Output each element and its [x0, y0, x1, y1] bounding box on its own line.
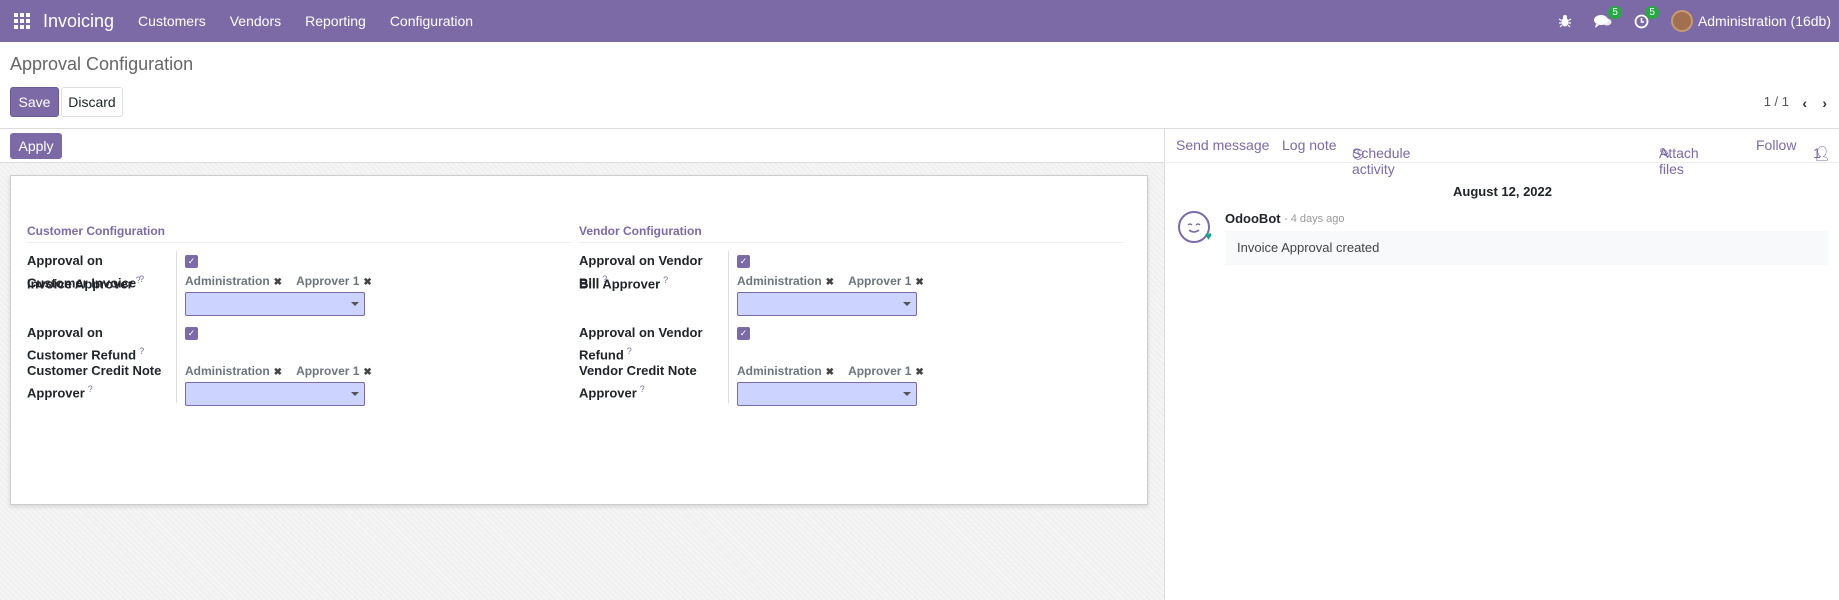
caret-down-icon	[351, 392, 359, 396]
menu-configuration[interactable]: Configuration	[390, 13, 473, 29]
field-label: Bill Approver?	[579, 271, 729, 323]
remove-tag-icon[interactable]: ✖	[826, 277, 834, 288]
odoobot-avatar: ♥	[1178, 211, 1212, 243]
form-statusbar: Apply	[0, 129, 1164, 163]
chatter-panel: Send message Log note ◷ Schedule activit…	[1166, 129, 1839, 600]
bill-approver-row: Bill Approver? Administration ✖ Approver …	[579, 271, 1124, 323]
chatter-topbar: Send message Log note ◷ Schedule activit…	[1166, 129, 1839, 177]
menu-reporting[interactable]: Reporting	[305, 13, 366, 29]
remove-tag-icon[interactable]: ✖	[826, 367, 834, 378]
remove-tag-icon[interactable]: ✖	[363, 277, 371, 288]
approval-customer-invoice-checkbox[interactable]: ✓	[185, 255, 198, 268]
approval-vendor-refund-row: Approval on Vendor Refund? ✓	[579, 323, 1124, 362]
invoice-approver-row: Invoice Approver? Administration ✖ Approv…	[27, 271, 572, 323]
heart-icon: ♥	[1204, 229, 1212, 243]
field-label: Approval on Vendor Refund?	[579, 323, 729, 362]
app-title[interactable]: Invoicing	[43, 11, 114, 32]
approval-customer-refund-checkbox[interactable]: ✓	[185, 327, 198, 340]
field-label: Customer Credit Note Approver?	[27, 361, 177, 403]
remove-tag-icon[interactable]: ✖	[915, 277, 923, 288]
message-body: Invoice Approval created	[1225, 231, 1828, 265]
remove-tag-icon[interactable]: ✖	[274, 277, 282, 288]
pager-value[interactable]: 1 / 1	[1764, 94, 1789, 109]
vendor-credit-note-approver-select[interactable]	[737, 382, 917, 406]
save-button[interactable]: Save	[10, 87, 59, 117]
approval-customer-refund-row: Approval on Customer Refund? ✓	[27, 323, 572, 362]
log-note-button[interactable]: Log note	[1282, 137, 1337, 153]
apply-button[interactable]: Apply	[10, 133, 62, 159]
send-message-button[interactable]: Send message	[1176, 137, 1269, 153]
invoice-approver-select[interactable]	[185, 292, 365, 316]
field-label: Approval on Customer Refund?	[27, 323, 177, 362]
vendor-configuration-title: Vendor Configuration	[579, 224, 1124, 243]
approval-vendor-refund-checkbox[interactable]: ✓	[737, 327, 750, 340]
caret-down-icon	[903, 302, 911, 306]
remove-tag-icon[interactable]: ✖	[274, 367, 282, 378]
avatar	[1670, 10, 1693, 32]
form-sheet: Customer Configuration Approval on Custo…	[10, 175, 1148, 505]
remove-tag-icon[interactable]: ✖	[363, 367, 371, 378]
tag-approver-1: Approver 1 ✖	[848, 364, 924, 378]
field-label: Invoice Approver?	[27, 271, 177, 323]
activities-clock-icon[interactable]: 5	[1634, 5, 1659, 29]
tag-approver-1: Approver 1 ✖	[848, 274, 924, 288]
approval-vendor-bill-checkbox[interactable]: ✓	[737, 255, 750, 268]
tag-approver-1: Approver 1 ✖	[296, 274, 372, 288]
field-label: Vendor Credit Note Approver?	[579, 361, 729, 403]
tag-administration: Administration ✖	[737, 274, 835, 288]
message-date: - 4 days ago	[1284, 213, 1345, 225]
tag-administration: Administration ✖	[185, 274, 283, 288]
tag-administration: Administration ✖	[737, 364, 835, 378]
vendor-configuration-group: Vendor Configuration Approval on Vendor …	[579, 224, 1124, 406]
customer-configuration-group: Customer Configuration Approval on Custo…	[27, 224, 572, 406]
messages-icon[interactable]: 5	[1593, 6, 1622, 28]
form-area: Apply Customer Configuration Approval on…	[0, 129, 1165, 600]
page-title: Approval Configuration	[10, 54, 194, 74]
caret-down-icon	[903, 392, 911, 396]
message-date-separator: August 12, 2022	[1453, 184, 1552, 199]
message-author[interactable]: OdooBot	[1225, 211, 1281, 226]
remove-tag-icon[interactable]: ✖	[915, 367, 923, 378]
activities-badge: 5	[1645, 5, 1659, 19]
apps-menu-icon[interactable]	[4, 0, 40, 42]
user-name: Administration (16db)	[1697, 13, 1831, 29]
bill-approver-select[interactable]	[737, 292, 917, 316]
chevron-left-icon[interactable]: ‹	[1802, 95, 1807, 111]
messages-badge: 5	[1608, 6, 1622, 19]
control-panel: Approval Configuration Save Discard 1 / …	[0, 42, 1839, 129]
top-navbar: Invoicing Customers Vendors Reporting Co…	[0, 0, 1839, 42]
customer-configuration-title: Customer Configuration	[27, 224, 572, 243]
user-menu[interactable]: Administration (16db)	[1670, 10, 1831, 32]
menu-vendors[interactable]: Vendors	[230, 13, 281, 29]
tag-administration: Administration ✖	[185, 364, 283, 378]
customer-credit-note-approver-select[interactable]	[185, 382, 365, 406]
discard-button[interactable]: Discard	[61, 87, 123, 117]
debug-bug-icon[interactable]	[1558, 14, 1572, 28]
follow-button[interactable]: Follow	[1756, 137, 1796, 153]
caret-down-icon	[351, 302, 359, 306]
customer-credit-note-approver-row: Customer Credit Note Approver? Administr…	[27, 361, 572, 406]
chevron-right-icon[interactable]: ›	[1822, 95, 1827, 111]
menu-customers[interactable]: Customers	[138, 13, 206, 29]
tag-approver-1: Approver 1 ✖	[296, 364, 372, 378]
vendor-credit-note-approver-row: Vendor Credit Note Approver? Administrat…	[579, 361, 1124, 406]
